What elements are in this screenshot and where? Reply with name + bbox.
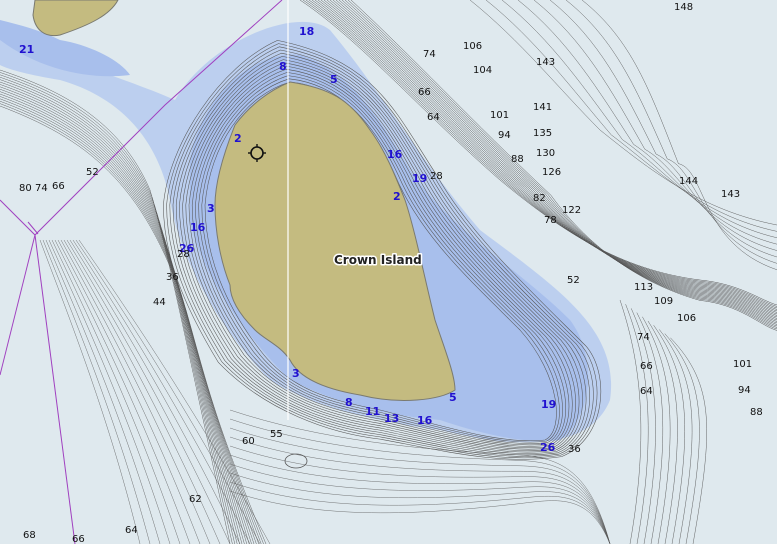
sounding-deep: 88 [511, 154, 524, 165]
sounding-deep: 52 [567, 275, 580, 286]
sounding-deep: 148 [674, 2, 693, 13]
sounding-shallow: 21 [19, 43, 34, 56]
sounding-deep: 94 [498, 130, 511, 141]
sounding-deep: 68 [23, 530, 36, 541]
sounding-deep: 104 [473, 65, 492, 76]
sounding-deep: 82 [533, 193, 546, 204]
sounding-deep: 66 [72, 534, 85, 544]
sounding-deep: 113 [634, 282, 653, 293]
sounding-shallow: 13 [384, 412, 399, 425]
sounding-deep: 44 [153, 297, 166, 308]
sounding-deep: 88 [750, 407, 763, 418]
sounding-deep: 143 [536, 57, 555, 68]
sounding-deep: 80 [19, 183, 32, 194]
sounding-shallow: 5 [449, 391, 457, 404]
sounding-deep: 126 [542, 167, 561, 178]
sounding-deep: 28 [177, 249, 190, 260]
sounding-shallow: 8 [345, 396, 353, 409]
sounding-deep: 52 [86, 167, 99, 178]
sounding-deep: 36 [568, 444, 581, 455]
sounding-shallow: 2 [393, 190, 401, 203]
sounding-deep: 101 [490, 110, 509, 121]
sounding-deep: 64 [427, 112, 440, 123]
island-label: Crown Island [334, 253, 422, 267]
sounding-shallow: 19 [541, 398, 556, 411]
sounding-deep: 101 [733, 359, 752, 370]
sounding-shallow: 2 [234, 132, 242, 145]
sounding-deep: 141 [533, 102, 552, 113]
sounding-deep: 74 [423, 49, 436, 60]
sounding-deep: 106 [677, 313, 696, 324]
sounding-deep: 55 [270, 429, 283, 440]
sounding-deep: 106 [463, 41, 482, 52]
sounding-deep: 64 [640, 386, 653, 397]
sounding-shallow: 26 [540, 441, 556, 454]
sounding-deep: 64 [125, 525, 138, 536]
sounding-shallow: 16 [387, 148, 403, 161]
sounding-shallow: 18 [299, 25, 314, 38]
sounding-shallow: 16 [417, 414, 433, 427]
sounding-deep: 60 [242, 436, 255, 447]
sounding-deep: 62 [189, 494, 202, 505]
sounding-shallow: 3 [292, 367, 300, 380]
sounding-deep: 36 [166, 272, 179, 283]
sounding-deep: 66 [640, 361, 653, 372]
sounding-shallow: 19 [412, 172, 427, 185]
sounding-shallow: 8 [279, 60, 287, 73]
sounding-deep: 144 [679, 176, 698, 187]
nautical-chart[interactable]: 18 8 5 2 16 19 2 3 16 26 3 8 11 13 16 5 … [0, 0, 777, 544]
sounding-deep: 122 [562, 205, 581, 216]
sounding-deep: 74 [637, 332, 650, 343]
sounding-deep: 94 [738, 385, 751, 396]
sounding-deep: 78 [544, 215, 557, 226]
sounding-shallow: 16 [190, 221, 206, 234]
sounding-deep: 135 [533, 128, 552, 139]
sounding-shallow: 11 [365, 405, 380, 418]
sounding-deep: 28 [430, 171, 443, 182]
sounding-deep: 130 [536, 148, 555, 159]
sounding-deep: 66 [418, 87, 431, 98]
sounding-deep: 109 [654, 296, 673, 307]
sounding-deep: 66 [52, 181, 65, 192]
sounding-deep: 74 [35, 183, 48, 194]
sounding-deep: 143 [721, 189, 740, 200]
sounding-shallow: 3 [207, 202, 215, 215]
sounding-shallow: 5 [330, 73, 338, 86]
